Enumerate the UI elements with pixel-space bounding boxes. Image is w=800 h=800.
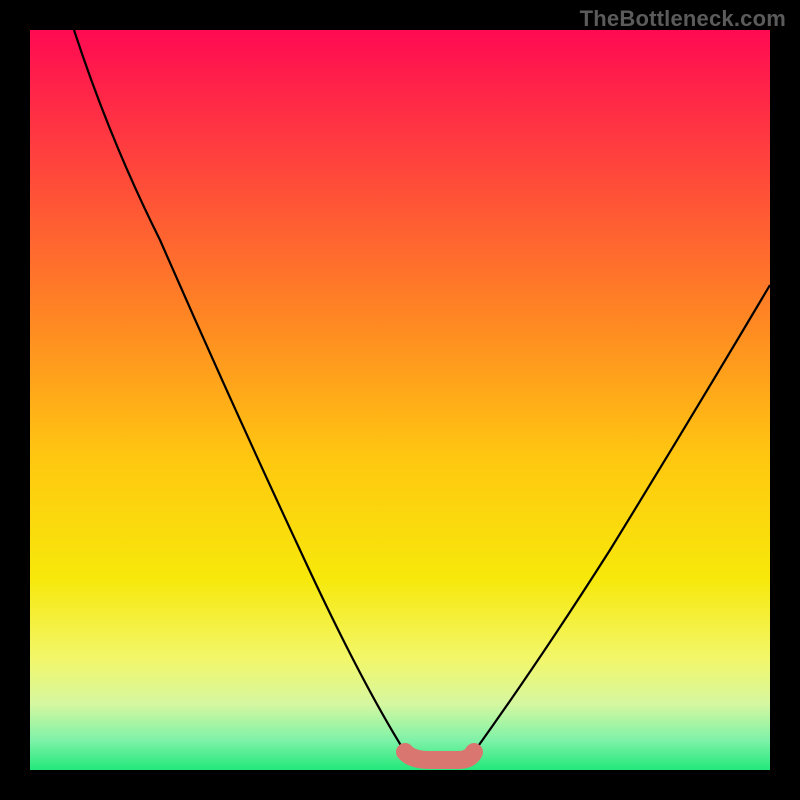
bottleneck-chart [0, 0, 800, 800]
watermark-label: TheBottleneck.com [580, 6, 786, 32]
valley-highlight [405, 752, 474, 760]
plot-area [30, 30, 770, 770]
